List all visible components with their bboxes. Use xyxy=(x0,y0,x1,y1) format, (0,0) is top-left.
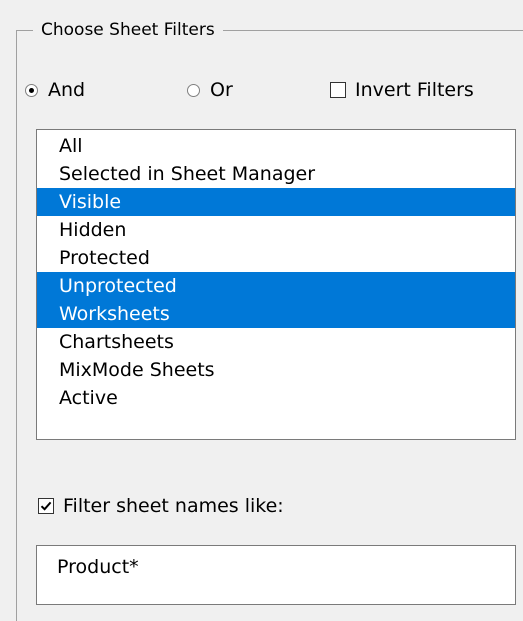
sheet-name-pattern-input[interactable] xyxy=(57,556,497,578)
list-item[interactable]: Selected in Sheet Manager xyxy=(37,160,515,188)
list-item[interactable]: All xyxy=(37,132,515,160)
or-radio-indicator[interactable] xyxy=(187,83,200,97)
list-item[interactable]: Unprotected xyxy=(37,272,515,300)
invert-filters-checkbox[interactable]: Invert Filters xyxy=(330,78,474,102)
or-radio-label: Or xyxy=(210,79,233,101)
sheet-filter-listbox[interactable]: All Selected in Sheet Manager Visible Hi… xyxy=(36,129,516,440)
sheet-name-pattern-field[interactable] xyxy=(36,545,516,605)
or-radio[interactable]: Or xyxy=(187,78,233,102)
list-item[interactable]: Active xyxy=(37,384,515,412)
filter-names-checkbox[interactable]: Filter sheet names like: xyxy=(38,494,284,518)
list-item[interactable]: Visible xyxy=(37,188,515,216)
list-item[interactable]: Worksheets xyxy=(37,300,515,328)
list-item[interactable]: Hidden xyxy=(37,216,515,244)
and-radio-label: And xyxy=(48,79,86,101)
group-title: Choose Sheet Filters xyxy=(33,18,223,42)
list-item[interactable]: Chartsheets xyxy=(37,328,515,356)
invert-filters-label: Invert Filters xyxy=(355,79,474,101)
list-item[interactable]: Protected xyxy=(37,244,515,272)
filter-names-label: Filter sheet names like: xyxy=(63,495,284,517)
list-item[interactable]: MixMode Sheets xyxy=(37,356,515,384)
sheet-filters-panel: Choose Sheet Filters And Or Invert Filte… xyxy=(0,0,523,621)
and-radio-indicator[interactable] xyxy=(25,83,38,97)
filter-names-box[interactable] xyxy=(38,498,54,514)
invert-filters-box[interactable] xyxy=(330,82,346,98)
and-radio[interactable]: And xyxy=(25,78,85,102)
checkmark-icon xyxy=(40,501,52,511)
